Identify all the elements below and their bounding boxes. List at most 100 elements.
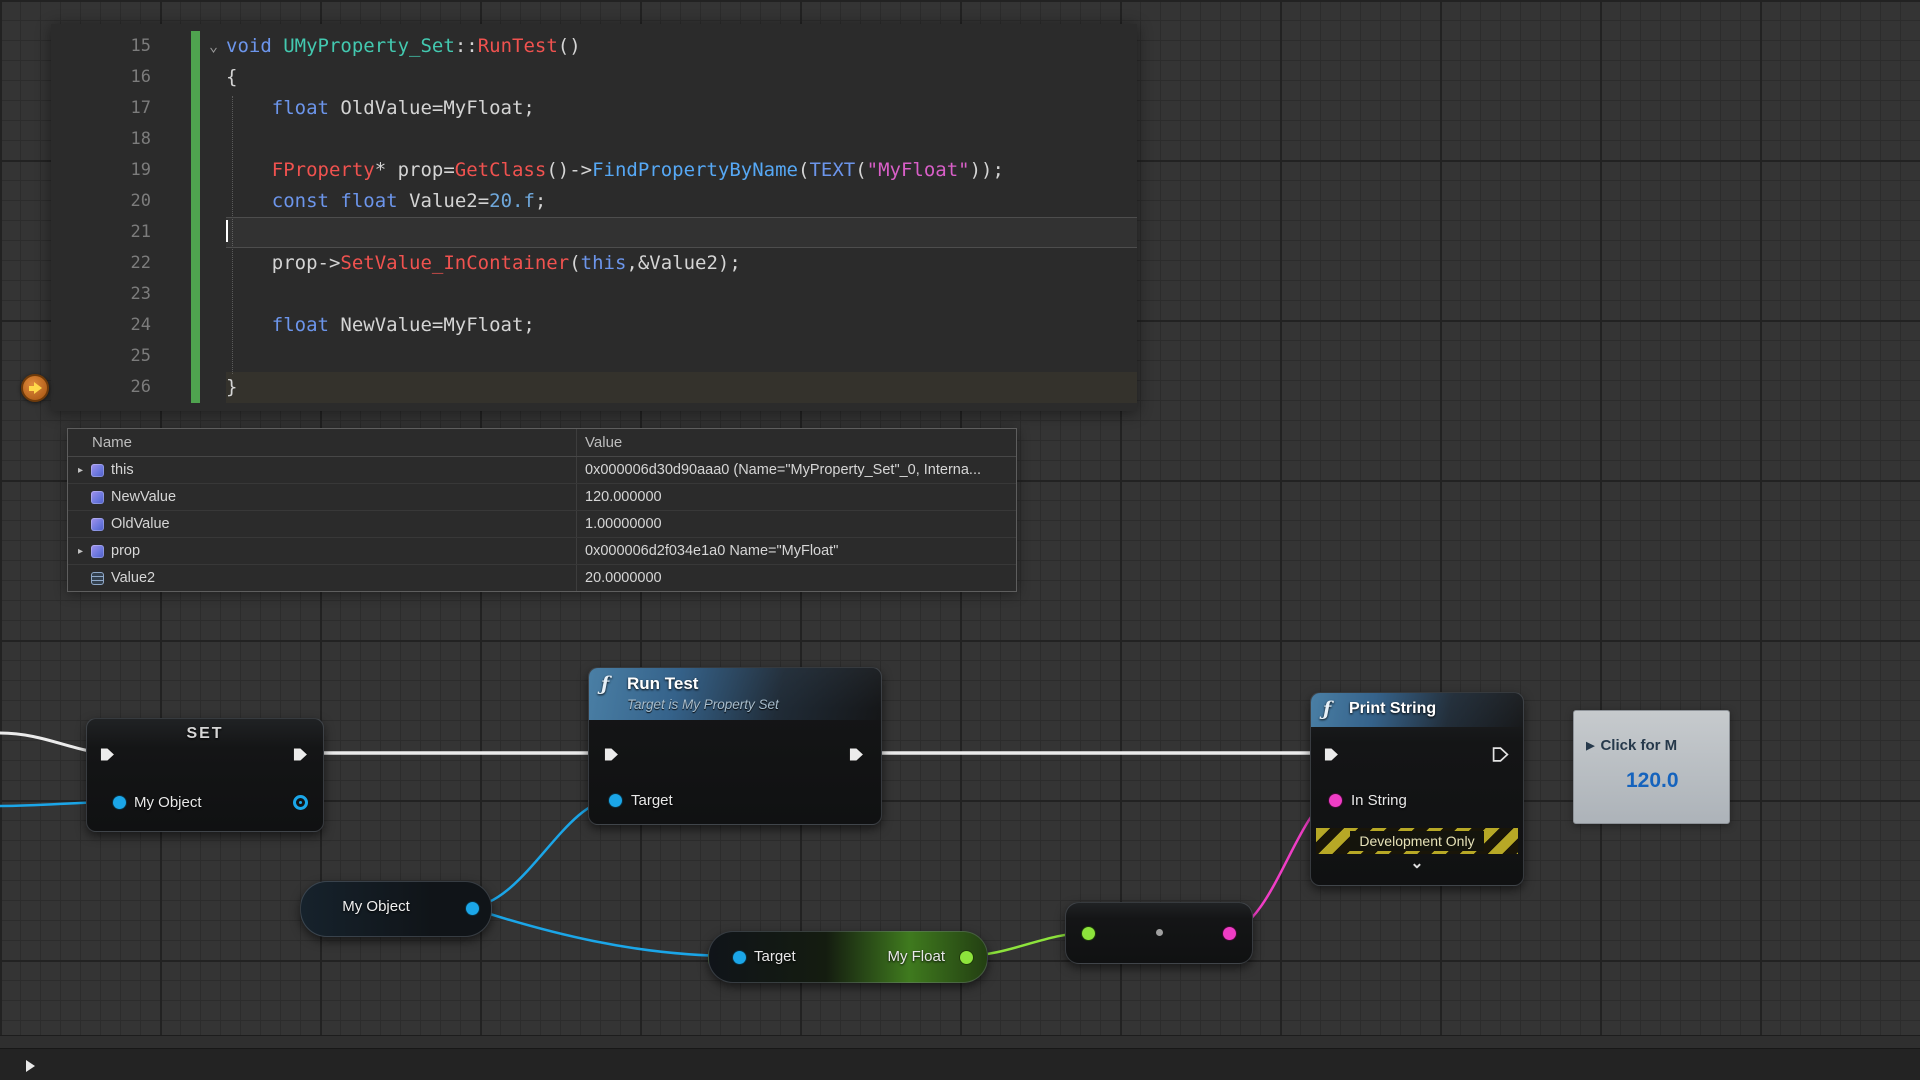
code-token: prop-> [272,252,341,274]
convert-input-pin[interactable] [1082,927,1095,940]
code-line-16[interactable]: 16{ [51,62,1137,93]
expand-arrow-icon[interactable]: ▸ [73,546,88,557]
run-test-function-node[interactable]: ƒ Run Test Target is My Property Set Tar… [588,667,882,825]
line-number[interactable]: 20 [51,186,151,217]
exec-out-pin[interactable] [292,746,309,763]
code-text: prop->SetValue_InContainer(this,&Value2)… [226,248,1137,279]
print-string-header[interactable]: ƒ Print String [1311,693,1523,727]
code-token: ( [798,159,809,181]
code-token: ( [569,252,580,274]
debug-value-bubble[interactable]: ▶ Click for M 120.0 [1573,710,1730,824]
execution-pointer-icon[interactable] [21,374,49,402]
line-number[interactable]: 15 [51,31,151,62]
watch-row-prop[interactable]: ▸prop0x000006d2f034e1a0 Name="MyFloat" [68,538,1016,565]
code-token: :: [455,35,478,57]
my-object-input-pin[interactable] [113,796,126,809]
watch-panel: Name Value ▸this0x000006d30d90aaa0 (Name… [67,428,1017,592]
target-input-pin[interactable] [733,951,746,964]
variable-value[interactable]: 20.0000000 [576,565,1016,591]
my-float-output-pin[interactable] [960,951,973,964]
target-pin-label: Target [631,791,673,811]
print-string-node[interactable]: ƒ Print String In String Development Onl… [1310,692,1524,886]
variable-value[interactable]: 0x000006d30d90aaa0 (Name="MyProperty_Set… [576,457,1016,483]
get-my-float-node[interactable]: Target My Float [708,931,988,983]
code-token: * prop= [375,159,455,181]
code-line-20[interactable]: 20 const float Value2=20.f; [51,186,1137,217]
code-text [226,124,1137,155]
variable-value[interactable]: 1.00000000 [576,511,1016,537]
code-line-15[interactable]: 15⌄void UMyProperty_Set::RunTest() [51,31,1137,62]
exec-in-pin[interactable] [99,746,116,763]
watch-row-this[interactable]: ▸this0x000006d30d90aaa0 (Name="MyPropert… [68,457,1016,484]
float-to-string-convert-node[interactable] [1065,902,1253,964]
run-test-header[interactable]: ƒ Run Test Target is My Property Set [589,668,881,720]
watch-row-OldValue[interactable]: OldValue1.00000000 [68,511,1016,538]
code-line-24[interactable]: 24 float NewValue=MyFloat; [51,310,1137,341]
fold-gutter [151,372,226,403]
my-object-label: My Object [301,898,451,915]
bubble-label[interactable]: ▶ Click for M [1586,737,1729,754]
variable-value[interactable]: 120.000000 [576,484,1016,510]
code-token [329,190,340,212]
exec-in-pin[interactable] [1323,746,1340,763]
exec-out-pin[interactable] [848,746,865,763]
in-string-input-pin[interactable] [1329,794,1342,807]
line-number[interactable]: 22 [51,248,151,279]
object-wire-myobject-to-myfloat-target[interactable] [471,908,736,956]
run-test-subtitle: Target is My Property Set [627,697,779,712]
watch-name-cell: OldValue [68,511,576,537]
get-my-object-node[interactable]: My Object [300,881,492,937]
my-object-output-pin[interactable] [466,902,479,915]
code-line-26[interactable]: 26} [51,372,1137,403]
code-token: FindPropertyByName [592,159,798,181]
code-line-19[interactable]: 19 FProperty* prop=GetClass()->FindPrope… [51,155,1137,186]
code-line-25[interactable]: 25 [51,341,1137,372]
line-number[interactable]: 21 [51,217,151,248]
watch-rows: ▸this0x000006d30d90aaa0 (Name="MyPropert… [68,457,1016,591]
watch-name-cell: ▸prop [68,538,576,564]
set-variable-node[interactable]: SET My Object [86,718,324,832]
code-token: float [272,314,329,336]
line-number[interactable]: 23 [51,279,151,310]
variable-value[interactable]: 0x000006d2f034e1a0 Name="MyFloat" [576,538,1016,564]
line-number[interactable]: 17 [51,93,151,124]
code-token [226,190,272,212]
line-number[interactable]: 18 [51,124,151,155]
code-token [226,252,272,274]
target-input-pin[interactable] [609,794,622,807]
line-number[interactable]: 16 [51,62,151,93]
collapse-chevron-icon[interactable]: ⌄ [1311,853,1523,873]
fold-chevron-icon[interactable]: ⌄ [151,31,226,62]
watch-row-Value2[interactable]: Value220.0000000 [68,565,1016,591]
line-number[interactable]: 25 [51,341,151,372]
fold-gutter [151,248,226,279]
code-text: const float Value2=20.f; [226,186,1137,217]
code-editor[interactable]: 15⌄void UMyProperty_Set::RunTest()16{17 … [51,24,1137,411]
corner-arrow-icon[interactable] [26,1060,35,1072]
convert-node-dot-icon [1156,929,1163,936]
watch-row-NewValue[interactable]: NewValue120.000000 [68,484,1016,511]
line-number[interactable]: 26 [51,372,151,403]
code-line-22[interactable]: 22 prop->SetValue_InContainer(this,&Valu… [51,248,1137,279]
line-number[interactable]: 24 [51,310,151,341]
object-output-pin[interactable] [293,795,308,810]
code-token: OldValue=MyFloat; [329,97,535,119]
code-line-17[interactable]: 17 float OldValue=MyFloat; [51,93,1137,124]
code-line-18[interactable]: 18 [51,124,1137,155]
bottom-panel-edge [0,1035,1920,1048]
fold-gutter [151,217,226,248]
name-column-header[interactable]: Name [68,429,576,456]
code-line-23[interactable]: 23 [51,279,1137,310]
line-number[interactable]: 19 [51,155,151,186]
convert-output-pin[interactable] [1223,927,1236,940]
expand-arrow-icon[interactable]: ▸ [73,465,88,476]
code-token: SetValue_InContainer [340,252,569,274]
value-column-header[interactable]: Value [576,429,1016,456]
object-variable-icon [91,464,104,477]
exec-in-pin[interactable] [603,746,620,763]
exec-out-pin[interactable] [1492,746,1509,763]
target-pin-label: Target [754,947,796,967]
code-line-21[interactable]: 21 [51,217,1137,248]
fold-gutter [151,124,226,155]
development-only-banner: Development Only [1316,828,1518,854]
